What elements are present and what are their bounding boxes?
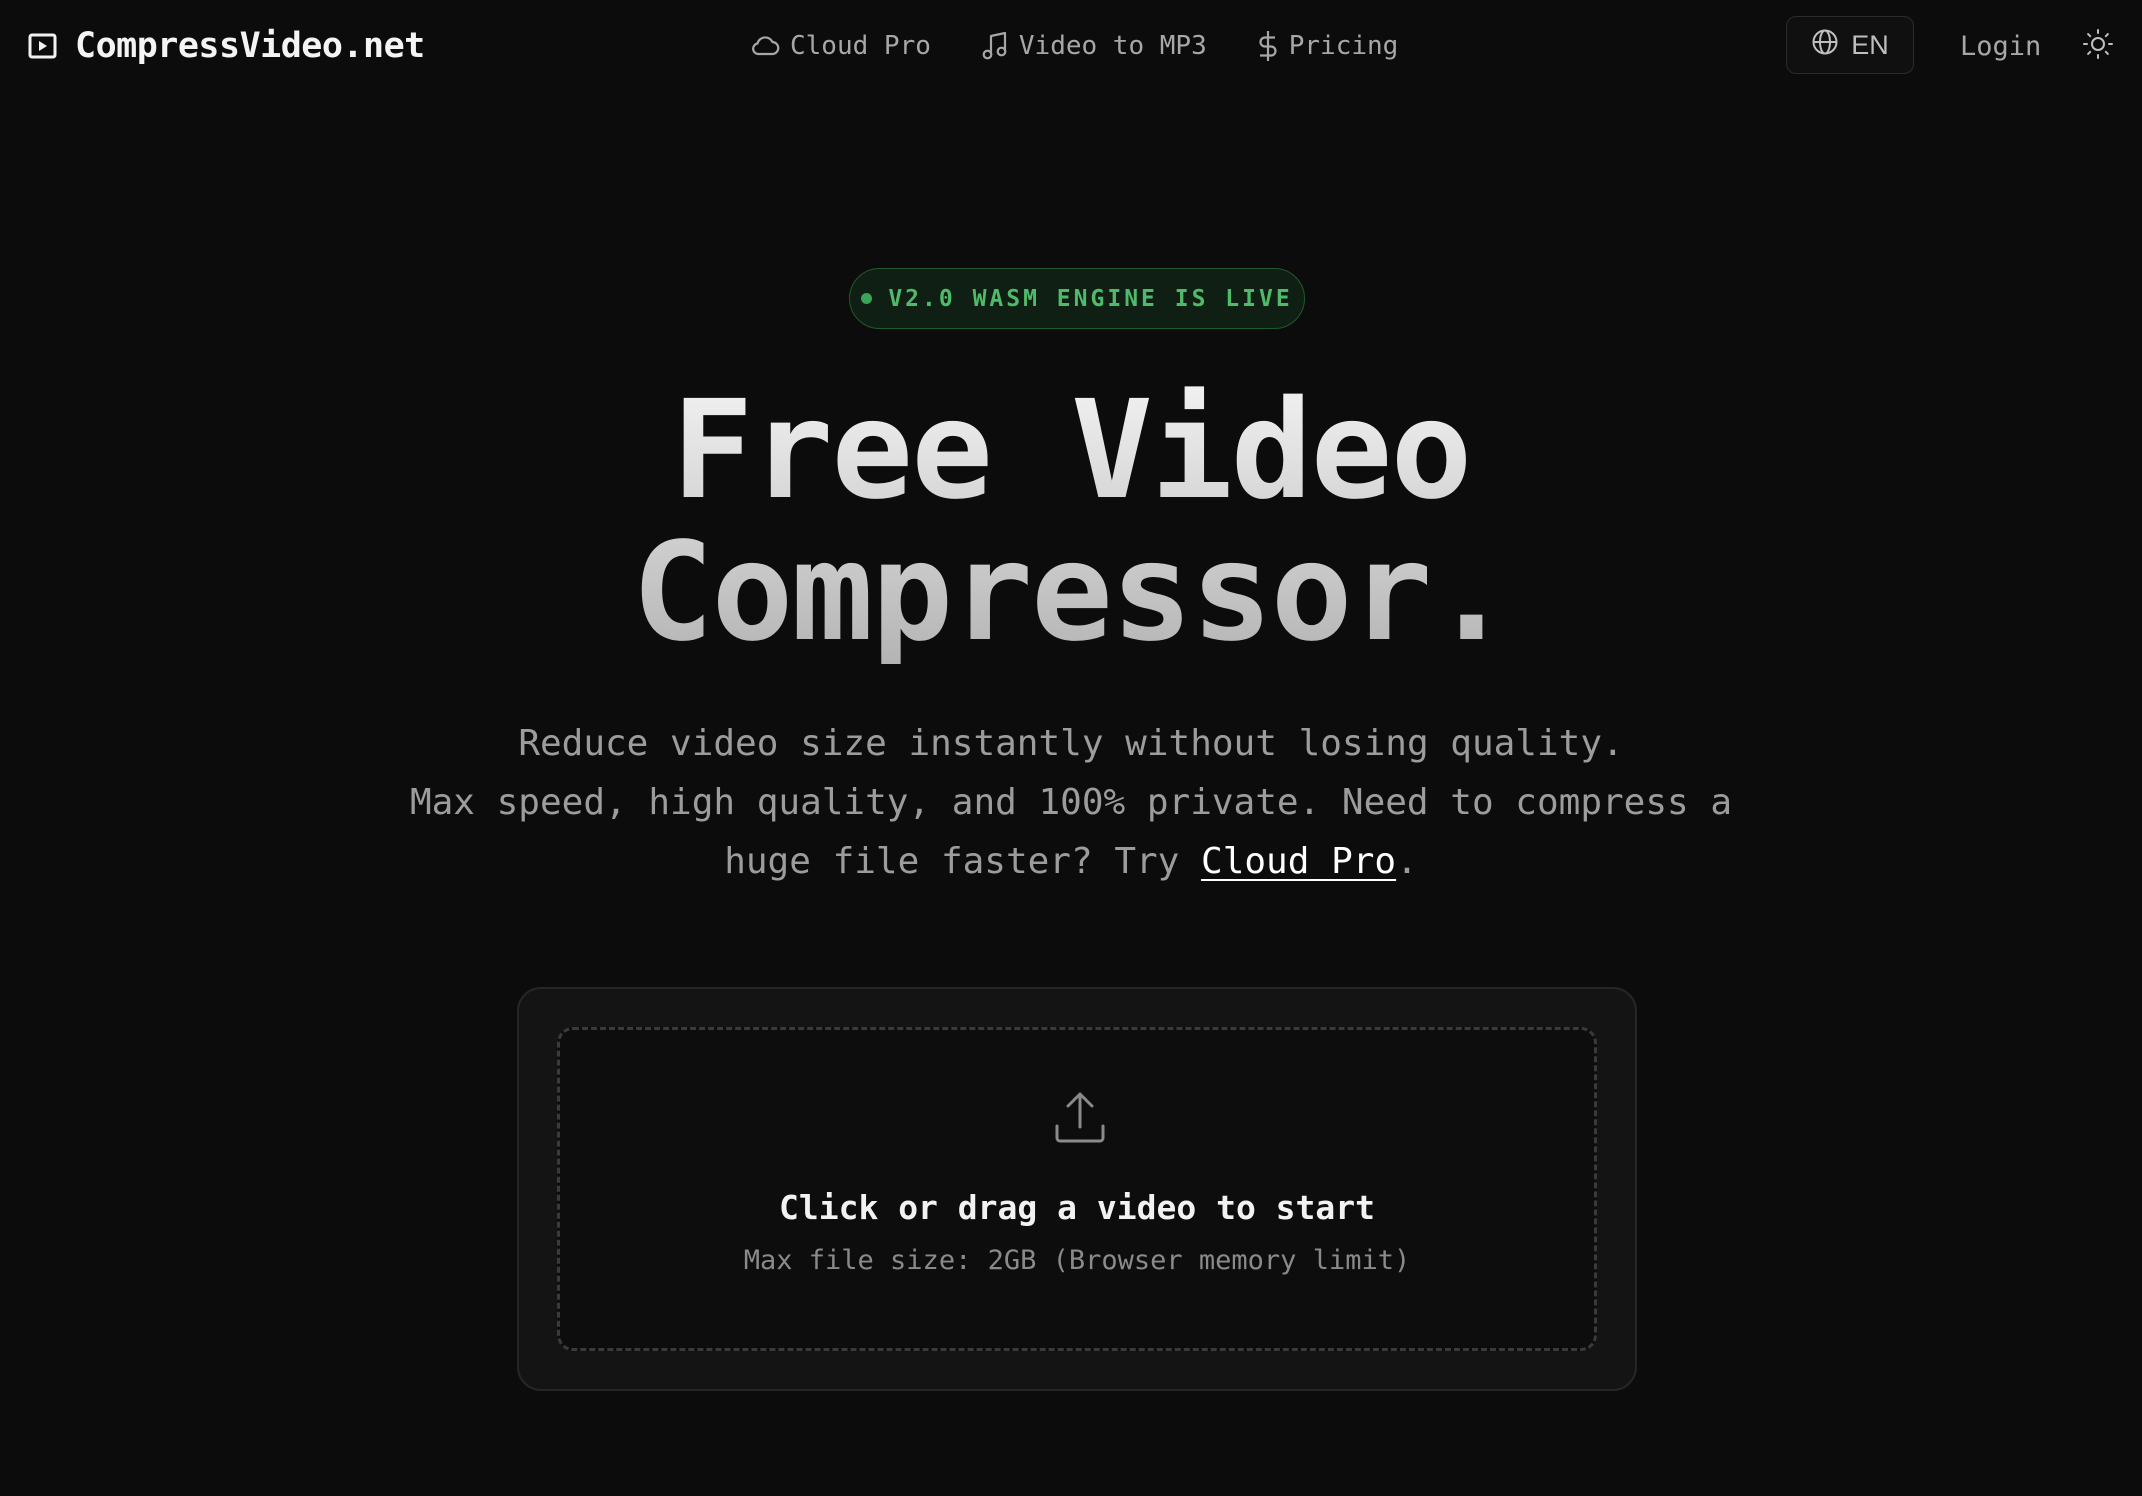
dropzone-hint: Max file size: 2GB (Browser memory limit… — [743, 1245, 1411, 1276]
subtitle-line-1: Reduce video size instantly without losi… — [518, 723, 1624, 764]
hero-subtitle: Reduce video size instantly without losi… — [371, 714, 1771, 891]
language-selector[interactable]: EN — [1786, 16, 1914, 74]
cloud-pro-link[interactable]: Cloud Pro — [1201, 841, 1396, 882]
subtitle-end: . — [1396, 841, 1418, 882]
upload-card: Click or drag a video to start Max file … — [517, 987, 1637, 1391]
globe-icon — [1811, 28, 1839, 63]
top-navbar: CompressVideo.net Cloud Pro Video to MP3 — [0, 0, 2142, 92]
sun-icon — [2082, 28, 2114, 64]
nav-item-label: Video to MP3 — [1018, 31, 1207, 61]
video-dropzone[interactable]: Click or drag a video to start Max file … — [557, 1027, 1597, 1351]
login-link[interactable]: Login — [1960, 24, 2041, 68]
subtitle-line-2: Max speed, high quality, and 100% privat… — [409, 782, 1733, 882]
nav-item-label: Pricing — [1288, 31, 1399, 61]
nav-item-cloud-pro[interactable]: Cloud Pro — [750, 31, 931, 61]
language-label: EN — [1851, 29, 1889, 60]
brand-name: CompressVideo.net — [75, 26, 425, 66]
page-title-line-2: Compressor. — [631, 514, 1511, 672]
upload-icon — [1052, 1090, 1108, 1146]
status-dot — [861, 293, 873, 304]
dollar-icon — [1257, 30, 1279, 62]
main-nav: Cloud Pro Video to MP3 Pricing — [750, 24, 1398, 68]
nav-item-video-to-mp3[interactable]: Video to MP3 — [981, 31, 1207, 61]
music-note-icon — [981, 31, 1009, 61]
nav-item-label: Cloud Pro — [790, 31, 931, 61]
nav-item-pricing[interactable]: Pricing — [1257, 30, 1399, 62]
theme-toggle-button[interactable] — [2078, 26, 2118, 66]
cloud-icon — [750, 35, 780, 57]
badge-text: V2.0 WASM ENGINE IS LIVE — [888, 285, 1293, 312]
video-player-icon — [28, 33, 57, 59]
status-badge: V2.0 WASM ENGINE IS LIVE — [849, 268, 1305, 329]
dropzone-title: Click or drag a video to start — [778, 1188, 1376, 1227]
brand-logo-link[interactable]: CompressVideo.net — [28, 22, 425, 70]
page-title: Free Video Compressor. — [0, 380, 2142, 664]
page-title-line-1: Free Video — [671, 372, 1471, 530]
